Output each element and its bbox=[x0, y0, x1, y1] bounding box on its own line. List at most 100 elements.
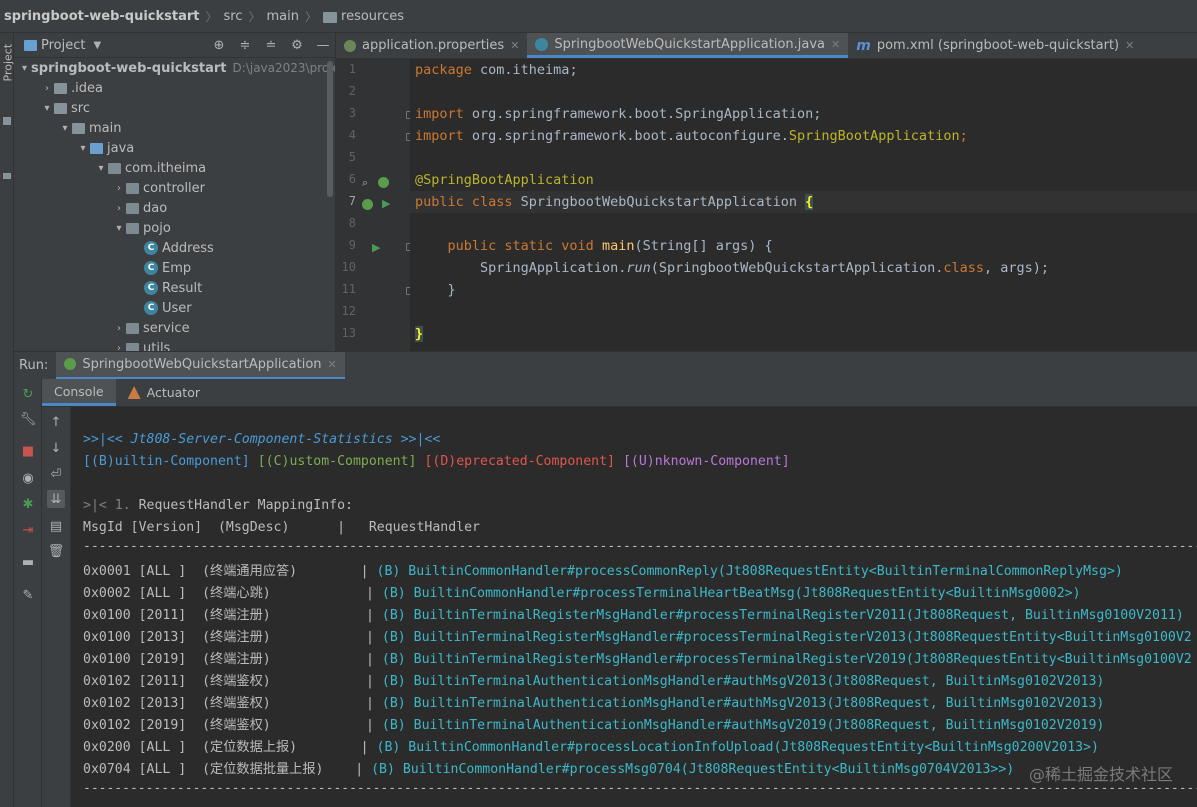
tree-item[interactable]: › service bbox=[14, 318, 335, 338]
debug-icon[interactable]: ✱ bbox=[19, 495, 37, 513]
breadcrumb-src[interactable]: src bbox=[224, 9, 243, 24]
run-config-tab[interactable]: SpringbootWebQuickstartApplication ✕ bbox=[56, 351, 345, 380]
tree-item-label: java bbox=[107, 140, 135, 156]
breadcrumb-project[interactable]: springboot-web-quickstart bbox=[4, 9, 200, 24]
chevron-down-icon[interactable]: ▾ bbox=[40, 103, 54, 114]
wrench-icon[interactable]: 🔧︎ bbox=[19, 410, 37, 428]
console-row: 0x0704 [ALL ] (定位数据批量上报) | (B) BuiltinCo… bbox=[83, 759, 1014, 781]
locate-file-icon[interactable]: ⊕ bbox=[211, 35, 227, 55]
folder-icon bbox=[90, 142, 103, 154]
pin-icon[interactable]: ✎ bbox=[19, 586, 37, 604]
expand-all-icon[interactable]: ≑ bbox=[237, 35, 253, 55]
console-row-handler: (B) BuiltinCommonHandler#processCommonRe… bbox=[368, 564, 1123, 579]
tree-item[interactable]: ▾ main bbox=[14, 118, 335, 138]
console-row-handler: (B) BuiltinCommonHandler#processLocation… bbox=[368, 740, 1100, 755]
tree-scrollbar[interactable] bbox=[327, 61, 333, 197]
rerun-icon[interactable]: ↻ bbox=[19, 385, 37, 403]
stop-icon[interactable]: ■ bbox=[19, 442, 37, 460]
console-row-msgid: 0x0200 [ALL ] (定位数据上报) | bbox=[83, 740, 369, 755]
tree-item[interactable]: › .idea bbox=[14, 78, 335, 98]
tree-item[interactable]: ▾ pojo bbox=[14, 218, 335, 238]
run-icon[interactable]: ▶ bbox=[382, 197, 390, 210]
code-line: public static void main(String[] args) { bbox=[447, 238, 773, 254]
line-number: 4 bbox=[348, 128, 356, 142]
arrow-down-icon[interactable]: ↓ bbox=[47, 439, 65, 457]
tree-item[interactable]: ▾ springboot-web-quickstart D:\java2023\pr… bbox=[14, 58, 335, 78]
spring-bean-icon[interactable] bbox=[378, 177, 389, 188]
breadcrumb-main[interactable]: main bbox=[267, 9, 299, 24]
chevron-right-icon[interactable]: › bbox=[40, 83, 54, 94]
tab-pom-xml[interactable]: m pom.xml (springboot-web-quickstart) ✕ bbox=[848, 33, 1142, 58]
chevron-down-icon[interactable]: ▼ bbox=[93, 40, 101, 51]
chevron-down-icon[interactable]: ▾ bbox=[94, 163, 108, 174]
console-row: 0x0100 [2011] (终端注册) | (B) BuiltinTermin… bbox=[83, 605, 1184, 627]
code-line: @SpringBootApplication bbox=[415, 172, 594, 188]
console-row-msgid: 0x0002 [ALL ] (终端心跳) | bbox=[83, 586, 374, 601]
chevron-right-icon[interactable]: › bbox=[112, 323, 126, 334]
tab-application-properties[interactable]: application.properties ✕ bbox=[336, 33, 527, 58]
close-icon[interactable]: ✕ bbox=[328, 358, 337, 371]
print-icon[interactable]: ▤ bbox=[47, 517, 65, 535]
chevron-right-icon: 〉 bbox=[305, 9, 318, 24]
editor-tabs: application.properties ✕ SpringbootWebQu… bbox=[336, 33, 1197, 59]
spring-bean-icon[interactable] bbox=[362, 199, 373, 210]
tree-item[interactable]: ▾ src bbox=[14, 98, 335, 118]
chevron-right-icon[interactable]: › bbox=[112, 203, 126, 214]
soft-wrap-icon[interactable]: ⏎ bbox=[47, 465, 65, 483]
code-line-current: public class SpringbootWebQuickstartAppl… bbox=[410, 191, 1197, 213]
arrow-up-icon[interactable]: ↑ bbox=[47, 413, 65, 431]
tree-item[interactable]: › dao bbox=[14, 198, 335, 218]
tree-item[interactable]: C Result bbox=[14, 278, 335, 298]
code-editor[interactable]: package com.itheima; import org.springfr… bbox=[410, 59, 1197, 351]
hide-panel-icon[interactable]: — bbox=[315, 35, 331, 55]
console-output[interactable]: >>|<< Jt808-Server-Component-Statistics … bbox=[71, 407, 1197, 807]
chevron-down-icon[interactable]: ▾ bbox=[22, 63, 27, 74]
chevron-down-icon[interactable]: ▾ bbox=[58, 123, 72, 134]
class-icon: C bbox=[144, 301, 158, 315]
gear-icon[interactable]: ⚙ bbox=[289, 35, 305, 55]
tree-item[interactable]: ▾ java bbox=[14, 138, 335, 158]
package-icon bbox=[108, 162, 121, 174]
magnifier-icon[interactable]: ⌕ bbox=[362, 176, 368, 190]
console-row: 0x0100 [2019] (终端注册) | (B) BuiltinTermin… bbox=[83, 649, 1192, 671]
close-icon[interactable]: ✕ bbox=[831, 38, 840, 51]
run-icon[interactable]: ▶ bbox=[372, 241, 380, 254]
tree-item-path: D:\java2023\projec bbox=[232, 61, 336, 75]
tree-item[interactable]: ▾ com.itheima bbox=[14, 158, 335, 178]
layout-icon[interactable]: ▬ bbox=[19, 553, 37, 571]
chevron-right-icon[interactable]: › bbox=[112, 183, 126, 194]
console-row-handler: (B) BuiltinCommonHandler#processMsg0704(… bbox=[363, 762, 1015, 777]
chevron-right-icon: 〉 bbox=[205, 9, 218, 24]
chevron-down-icon[interactable]: ▾ bbox=[76, 143, 90, 154]
tab-main-class[interactable]: SpringbootWebQuickstartApplication.java … bbox=[527, 33, 849, 58]
tab-actuator[interactable]: Actuator bbox=[116, 379, 212, 406]
editor-gutter: 1 2 3 4 5 6 7 8 9 10 11 12 13 ⌕ ▶ ▶ bbox=[336, 59, 414, 351]
console-row: 0x0200 [ALL ] (定位数据上报) | (B) BuiltinComm… bbox=[83, 737, 1099, 759]
line-number: 8 bbox=[348, 216, 356, 230]
breadcrumb: springboot-web-quickstart 〉 src 〉 main 〉… bbox=[0, 0, 1197, 33]
exit-icon[interactable]: ⇥ bbox=[19, 521, 37, 539]
chevron-down-icon[interactable]: ▾ bbox=[112, 223, 126, 234]
scroll-to-end-icon[interactable]: ⇊ bbox=[47, 490, 65, 508]
breadcrumb-resources[interactable]: resources bbox=[341, 9, 404, 24]
console-row-handler: (B) BuiltinTerminalRegisterMsgHandler#pr… bbox=[373, 630, 1192, 645]
project-panel-header: Project ▼ ⊕ ≑ ≐ ⚙ — bbox=[14, 33, 335, 58]
close-icon[interactable]: ✕ bbox=[510, 39, 519, 52]
trash-icon[interactable]: 🗑︎ bbox=[47, 542, 65, 560]
close-icon[interactable]: ✕ bbox=[1125, 39, 1134, 52]
collapse-all-icon[interactable]: ≐ bbox=[263, 35, 279, 55]
tree-item[interactable]: C Emp bbox=[14, 258, 335, 278]
tab-console[interactable]: Console bbox=[42, 379, 116, 406]
tree-item[interactable]: C Address bbox=[14, 238, 335, 258]
structure-icon[interactable] bbox=[3, 117, 11, 125]
tree-item-label: Result bbox=[162, 280, 203, 296]
folder-icon bbox=[54, 102, 67, 114]
camera-icon[interactable]: ◉ bbox=[19, 469, 37, 487]
project-tool-window-button[interactable]: Project bbox=[2, 42, 15, 82]
tree-item[interactable]: › controller bbox=[14, 178, 335, 198]
tree-item[interactable]: C User bbox=[14, 298, 335, 318]
code-line: SpringApplication.run(SpringbootWebQuick… bbox=[480, 260, 1050, 276]
bookmarks-icon[interactable] bbox=[3, 173, 11, 179]
project-panel-title[interactable]: Project bbox=[41, 38, 85, 53]
console-row-msgid: 0x0100 [2013] (终端注册) | bbox=[83, 630, 374, 645]
